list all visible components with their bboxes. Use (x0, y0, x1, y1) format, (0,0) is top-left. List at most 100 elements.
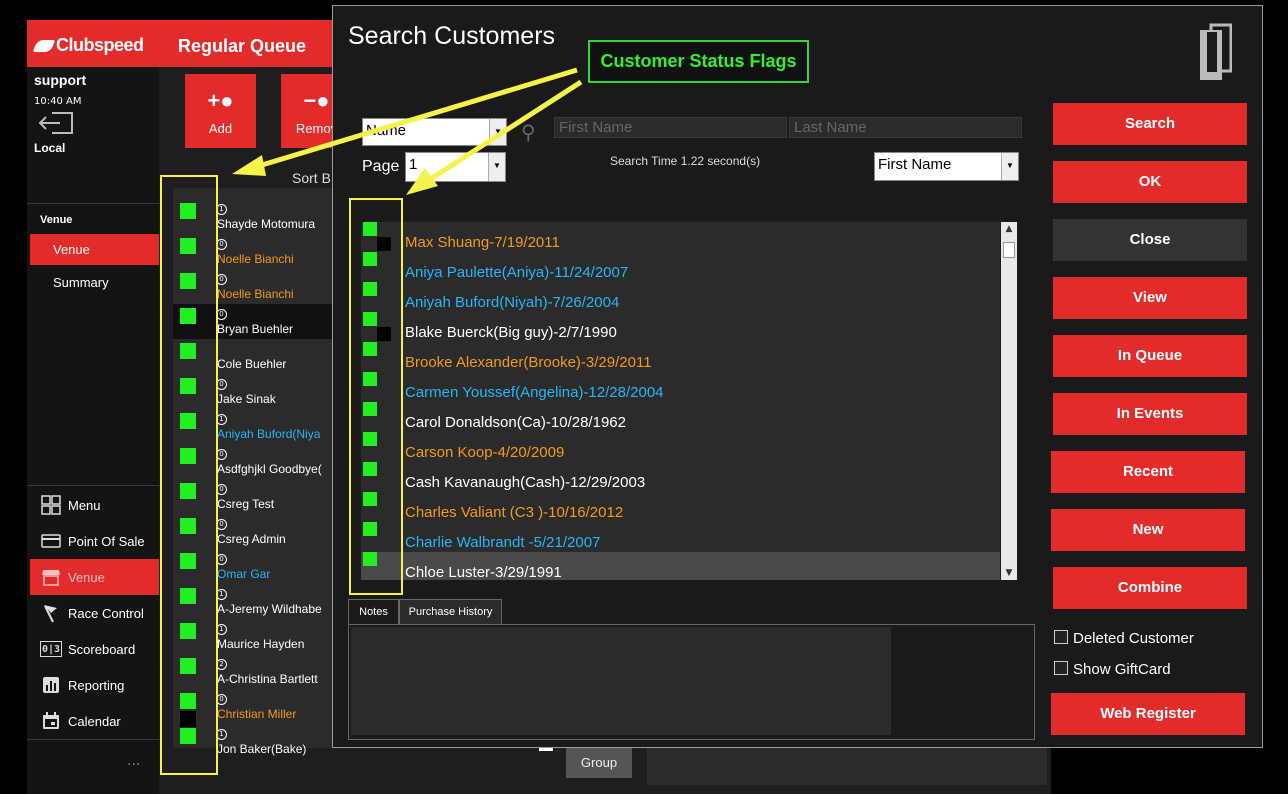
nav-summary[interactable]: Summary (53, 275, 109, 290)
notes-textarea[interactable] (351, 627, 891, 735)
result-row[interactable]: Max Shuang-7/19/2011 (361, 222, 1000, 252)
results-list[interactable]: Max Shuang-7/19/2011 Aniya Paulette(Aniya… (361, 222, 1000, 580)
menu-item-menu[interactable]: Menu (30, 487, 159, 523)
in-events-button[interactable]: In Events (1053, 393, 1247, 435)
menu-item-venue[interactable]: Venue (30, 559, 159, 595)
flag-highlight-box (160, 175, 218, 775)
group-button[interactable]: Group (566, 748, 632, 778)
queue-name: Aniyah Buford(Niya (217, 427, 321, 441)
search-by-dropdown[interactable]: Name ▼ (362, 118, 507, 146)
deleted-customer-checkbox[interactable]: Deleted Customer (1054, 630, 1194, 647)
tab-notes[interactable]: Notes (348, 599, 399, 625)
checkbox-box[interactable] (1054, 630, 1068, 644)
brand-logo: Clubspeed (32, 35, 144, 56)
header-bar: Clubspeed Regular Queue (27, 20, 333, 67)
flag-icon (40, 603, 62, 623)
store-icon (40, 567, 62, 587)
close-button[interactable]: Close (1053, 219, 1247, 261)
divider (27, 485, 159, 486)
customer-name: Charles Valiant (C3 )-10/16/2012 (405, 504, 624, 521)
more-menu[interactable]: ... (127, 753, 140, 769)
web-register-button[interactable]: Web Register (1051, 693, 1245, 735)
page-dropdown[interactable]: 1 ▼ (405, 152, 506, 182)
menu-item-calendar[interactable]: Calendar (30, 703, 159, 739)
queue-name: Jake Sinak (217, 392, 276, 406)
search-button[interactable]: Search (1053, 103, 1247, 145)
result-row[interactable]: Cash Kavanaugh(Cash)-12/29/2003 (361, 462, 1000, 492)
tab-purchase-history[interactable]: Purchase History (399, 599, 502, 625)
customer-name: Carson Koop-4/20/2009 (405, 444, 565, 461)
first-name-input[interactable]: First Name (554, 117, 787, 138)
results-scrollbar[interactable]: ▲ ▼ (1001, 222, 1017, 580)
sort-dropdown[interactable]: First Name ▼ (874, 152, 1019, 181)
add-button[interactable]: +● Add (185, 74, 256, 148)
clock: 10:40 AM (34, 96, 82, 107)
search-time: Search Time 1.22 second(s) (610, 154, 761, 168)
flag-highlight-box (349, 198, 403, 595)
menu-item-race-control[interactable]: Race Control (30, 595, 159, 631)
customer-name: Carmen Youssef(Angelina)-12/28/2004 (405, 384, 664, 401)
queue-name: Shayde Motomura (217, 217, 316, 231)
show-giftcard-checkbox[interactable]: Show GiftCard (1054, 661, 1171, 678)
scroll-up-icon[interactable]: ▲ (1001, 222, 1017, 236)
dialog-title: Search Customers (348, 22, 556, 50)
in-queue-button[interactable]: In Queue (1053, 335, 1247, 377)
chevron-down-icon: ▼ (488, 153, 505, 181)
menu-label: Reporting (68, 677, 125, 693)
venue-heading: Venue (40, 214, 73, 226)
queue-name: Csreg Admin (217, 532, 286, 546)
checkbox-box[interactable] (1054, 661, 1068, 675)
view-button[interactable]: View (1053, 277, 1247, 319)
page-label: Page (362, 158, 400, 175)
queue-name: Bryan Buehler (217, 322, 294, 336)
menu-label: Race Control (68, 605, 144, 621)
customer-name: Chloe Luster-3/29/1991 (405, 564, 562, 580)
result-row[interactable]: Carol Donaldson(Ca)-10/28/1962 (361, 402, 1000, 432)
result-row[interactable]: Brooke Alexander(Brooke)-3/29/2011 (361, 342, 1000, 372)
customer-name: Aniya Paulette(Aniya)-11/24/2007 (405, 264, 629, 281)
calendar-icon (40, 711, 62, 731)
customer-name: Charlie Walbrandt -5/21/2007 (405, 534, 601, 551)
sidebar: support 10:40 AM Local Venue Venue Summa… (27, 20, 159, 794)
result-row[interactable]: Aniyah Buford(Niyah)-7/26/2004 (361, 282, 1000, 312)
search-icon[interactable]: ⚲ (521, 120, 536, 144)
last-name-input[interactable]: Last Name (789, 117, 1022, 138)
result-row[interactable]: Carmen Youssef(Angelina)-12/28/2004 (361, 372, 1000, 402)
scroll-thumb[interactable] (1003, 242, 1015, 258)
queue-name: Noelle Bianchi (217, 287, 294, 301)
menu-label: Venue (68, 569, 105, 585)
recent-button[interactable]: Recent (1051, 451, 1245, 493)
chart-icon (40, 675, 62, 695)
menu-label: Menu (68, 497, 101, 513)
card-reader-icon[interactable] (1198, 22, 1232, 82)
sort-label: Sort B (292, 170, 331, 186)
menu-label: Calendar (68, 713, 121, 729)
username: support (34, 72, 87, 88)
menu-item-point-of-sale[interactable]: Point Of Sale (30, 523, 159, 559)
divider (539, 748, 553, 751)
result-row[interactable]: Charles Valiant (C3 )-10/16/2012 (361, 492, 1000, 522)
ok-button[interactable]: OK (1053, 161, 1247, 203)
customer-name: Max Shuang-7/19/2011 (405, 234, 560, 251)
menu-label: Scoreboard (68, 641, 136, 657)
result-row[interactable]: Carson Koop-4/20/2009 (361, 432, 1000, 462)
menu-item-reporting[interactable]: Reporting (30, 667, 159, 703)
customer-name: Brooke Alexander(Brooke)-3/29/2011 (405, 354, 652, 371)
result-row[interactable]: Chloe Luster-3/29/1991 (361, 552, 1000, 580)
result-row[interactable]: Blake Buerck(Big guy)-2/7/1990 (361, 312, 1000, 342)
chevron-down-icon: ▼ (489, 119, 506, 145)
new-button[interactable]: New (1051, 509, 1245, 551)
combine-button[interactable]: Combine (1053, 567, 1247, 609)
logout-icon[interactable] (38, 111, 74, 135)
result-row[interactable]: Charlie Walbrandt -5/21/2007 (361, 522, 1000, 552)
chevron-down-icon: ▼ (1001, 153, 1018, 180)
queue-name: Asdfghjkl Goodbye( (217, 462, 322, 476)
queue-name: Jon Baker(Bake) (217, 742, 307, 756)
add-user-icon: +● (207, 88, 234, 113)
result-row[interactable]: Aniya Paulette(Aniya)-11/24/2007 (361, 252, 1000, 282)
scroll-down-icon[interactable]: ▼ (1001, 566, 1017, 580)
nav-venue[interactable]: Venue (30, 234, 159, 265)
menu-item-scoreboard[interactable]: 0|3 Scoreboard (30, 631, 159, 667)
queue-name: Noelle Bianchi (217, 252, 294, 266)
customer-name: Aniyah Buford(Niyah)-7/26/2004 (405, 294, 620, 311)
